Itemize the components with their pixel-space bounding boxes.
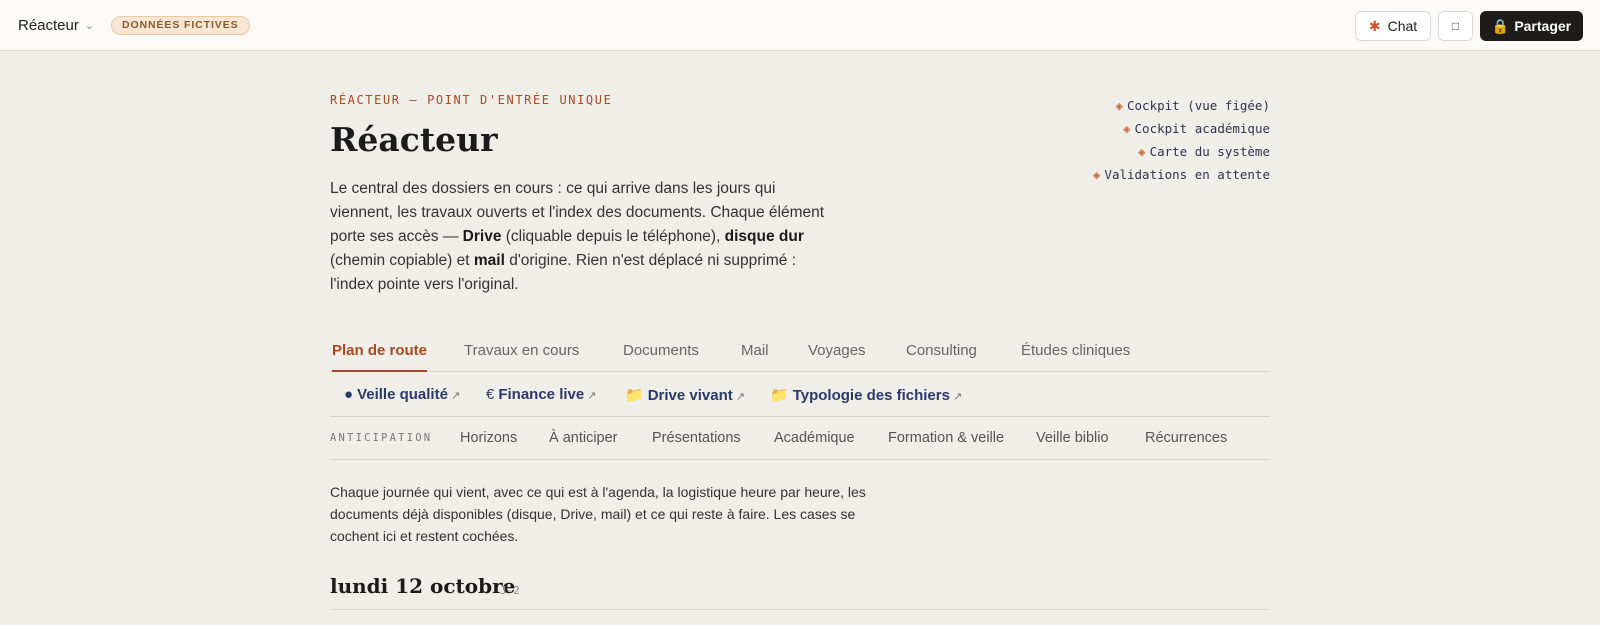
diamond-icon: ◈ — [1123, 121, 1131, 136]
fictitious-data-badge: DONNÉES FICTIVES — [111, 16, 250, 35]
folder-icon: 📁 — [625, 387, 644, 404]
quick-link-cockpit-frozen[interactable]: ◈ Cockpit (vue figée) — [1093, 94, 1270, 117]
intro-paragraph: Le central des dossiers en cours : ce qu… — [330, 180, 825, 293]
chat-label: Chat — [1387, 18, 1418, 34]
disk-term: disque dur — [724, 228, 804, 245]
subnav-item-academique[interactable]: Académique — [774, 430, 855, 446]
day-title: lundi 12 octobre — [330, 574, 516, 598]
euro-icon: € — [486, 386, 495, 403]
tab-consulting[interactable]: Consulting — [906, 333, 977, 372]
quick-link-cockpit-academic[interactable]: ◈ Cockpit académique — [1093, 117, 1270, 140]
tab-documents[interactable]: Documents — [623, 333, 699, 372]
share-label: Partager — [1514, 18, 1572, 34]
shortcut-finance-live[interactable]: € Finance live ↗ — [486, 386, 596, 403]
chevron-down-icon: ⌄ — [84, 20, 95, 32]
section-description: Chaque journée qui vient, avec ce qui es… — [330, 484, 866, 544]
shortcut-typologie-fichiers[interactable]: 📁 Typologie des fichiers ↗ — [770, 386, 962, 404]
tab-travaux-en-cours[interactable]: Travaux en cours — [464, 333, 579, 372]
subnav-item-recurrences[interactable]: Récurrences — [1145, 430, 1227, 446]
tab-plan-de-route[interactable]: Plan de route — [332, 333, 428, 372]
folder-icon: 📁 — [770, 387, 789, 404]
tab-voyages[interactable]: Voyages — [808, 333, 866, 372]
anticipation-subnav: ANTICIPATION Horizons À anticiper Présen… — [330, 417, 1270, 460]
quick-links: ◈ Cockpit (vue figée) ◈ Cockpit académique… — [1093, 94, 1270, 186]
chat-button[interactable]: ✱ Chat — [1355, 11, 1431, 41]
lock-icon: 🔒 — [1491, 17, 1510, 34]
subnav-item-veille-biblio[interactable]: Veille biblio — [1036, 430, 1109, 446]
subnav-label: ANTICIPATION — [330, 432, 433, 444]
external-link-icon: ↗ — [735, 391, 745, 403]
tab-mail[interactable]: Mail — [741, 333, 769, 372]
square-icon: □ — [1451, 19, 1460, 33]
top-bar: Réacteur ⌄ DONNÉES FICTIVES ✱ Chat □ 🔒 P… — [0, 0, 1600, 51]
page-kicker: RÉACTEUR — POINT D'ENTRÉE UNIQUE — [330, 93, 613, 107]
drive-term: Drive — [462, 228, 502, 245]
quick-link-pending-validations[interactable]: ◈ Validations en attente — [1093, 163, 1270, 186]
quick-link-system-map[interactable]: ◈ Carte du système — [1093, 140, 1270, 163]
diamond-icon: ◈ — [1115, 98, 1123, 113]
external-link-icon: ↗ — [952, 391, 963, 403]
external-link-icon: ↗ — [587, 390, 597, 402]
day-relative-badge: J-2 — [500, 584, 520, 597]
subnav-item-formation-veille[interactable]: Formation & veille — [888, 430, 1004, 446]
app-switcher[interactable]: Réacteur ⌄ — [18, 17, 94, 34]
external-link-icon: ↗ — [450, 390, 461, 402]
main-tabs: Plan de route Travaux en cours Documents… — [330, 333, 1270, 372]
toggle-panel-button[interactable]: □ — [1438, 11, 1473, 41]
diamond-icon: ◈ — [1138, 144, 1146, 159]
shortcut-veille-qualite[interactable]: ● Veille qualité ↗ — [344, 386, 460, 403]
diamond-icon: ◈ — [1092, 167, 1101, 182]
tab-etudes-cliniques[interactable]: Études cliniques — [1021, 333, 1130, 372]
asterisk-icon: ✱ — [1368, 17, 1381, 34]
subnav-item-a-anticiper[interactable]: À anticiper — [549, 430, 618, 446]
app-title: Réacteur — [18, 17, 79, 34]
divider — [330, 609, 1270, 610]
mail-term: mail — [473, 252, 505, 269]
shortcut-drive-vivant[interactable]: 📁 Drive vivant ↗ — [625, 386, 745, 404]
shortcut-links: ● Veille qualité ↗ € Finance live ↗ 📁 Drive v… — [330, 373, 1270, 417]
page-title: Réacteur — [330, 120, 498, 159]
subnav-item-horizons[interactable]: Horizons — [460, 430, 517, 446]
subnav-item-presentations[interactable]: Présentations — [652, 430, 741, 446]
share-button[interactable]: 🔒 Partager — [1480, 11, 1583, 41]
dot-icon: ● — [344, 386, 354, 403]
